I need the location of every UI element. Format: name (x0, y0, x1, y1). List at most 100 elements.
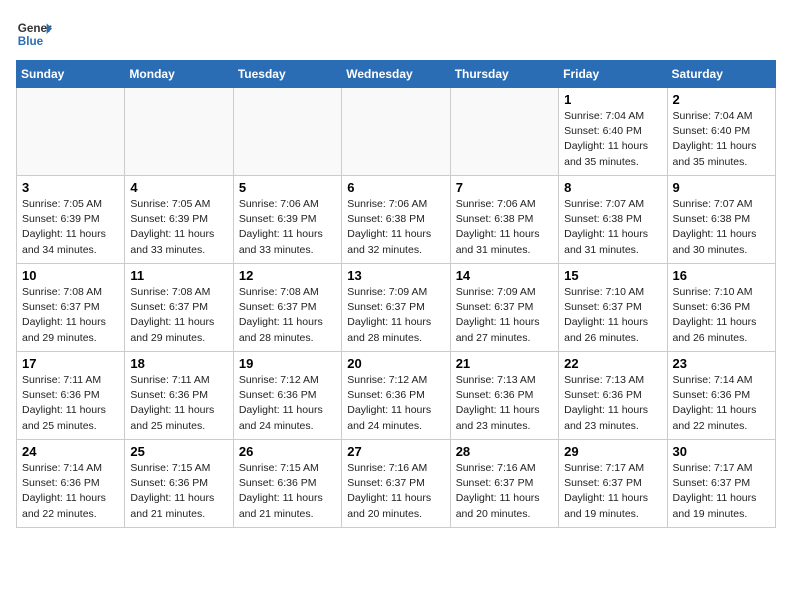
logo-icon: General Blue (16, 16, 52, 52)
empty-cell (233, 88, 341, 176)
week-row-1: 3 Sunrise: 7:05 AM Sunset: 6:39 PM Daylig… (17, 176, 776, 264)
day-cell-3: 3 Sunrise: 7:05 AM Sunset: 6:39 PM Daylig… (17, 176, 125, 264)
day-info: Sunrise: 7:05 AM Sunset: 6:39 PM Dayligh… (130, 197, 227, 258)
day-info: Sunrise: 7:04 AM Sunset: 6:40 PM Dayligh… (564, 109, 661, 170)
day-cell-4: 4 Sunrise: 7:05 AM Sunset: 6:39 PM Daylig… (125, 176, 233, 264)
day-cell-27: 27 Sunrise: 7:16 AM Sunset: 6:37 PM Dayli… (342, 440, 450, 528)
day-cell-20: 20 Sunrise: 7:12 AM Sunset: 6:36 PM Dayli… (342, 352, 450, 440)
day-cell-10: 10 Sunrise: 7:08 AM Sunset: 6:37 PM Dayli… (17, 264, 125, 352)
weekday-header-wednesday: Wednesday (342, 61, 450, 88)
day-cell-11: 11Sunrise: 7:08 AM Sunset: 6:37 PM Dayli… (125, 264, 233, 352)
day-info: Sunrise: 7:09 AM Sunset: 6:37 PM Dayligh… (456, 285, 553, 346)
day-cell-29: 29 Sunrise: 7:17 AM Sunset: 6:37 PM Dayli… (559, 440, 667, 528)
day-info: Sunrise: 7:14 AM Sunset: 6:36 PM Dayligh… (673, 373, 770, 434)
day-info: Sunrise: 7:10 AM Sunset: 6:37 PM Dayligh… (564, 285, 661, 346)
day-cell-21: 21 Sunrise: 7:13 AM Sunset: 6:36 PM Dayli… (450, 352, 558, 440)
day-number: 11 (130, 268, 227, 283)
day-number: 16 (673, 268, 770, 283)
day-number: 14 (456, 268, 553, 283)
day-cell-15: 15Sunrise: 7:10 AM Sunset: 6:37 PM Dayli… (559, 264, 667, 352)
day-cell-22: 22 Sunrise: 7:13 AM Sunset: 6:36 PM Dayli… (559, 352, 667, 440)
day-info: Sunrise: 7:17 AM Sunset: 6:37 PM Dayligh… (564, 461, 661, 522)
day-info: Sunrise: 7:15 AM Sunset: 6:36 PM Dayligh… (239, 461, 336, 522)
day-number: 4 (130, 180, 227, 195)
day-cell-16: 16 Sunrise: 7:10 AM Sunset: 6:36 PM Dayli… (667, 264, 775, 352)
day-info: Sunrise: 7:13 AM Sunset: 6:36 PM Dayligh… (564, 373, 661, 434)
day-cell-14: 14 Sunrise: 7:09 AM Sunset: 6:37 PM Dayli… (450, 264, 558, 352)
day-cell-26: 26 Sunrise: 7:15 AM Sunset: 6:36 PM Dayli… (233, 440, 341, 528)
day-cell-24: 24 Sunrise: 7:14 AM Sunset: 6:36 PM Dayli… (17, 440, 125, 528)
day-info: Sunrise: 7:06 AM Sunset: 6:38 PM Dayligh… (456, 197, 553, 258)
day-cell-23: 23Sunrise: 7:14 AM Sunset: 6:36 PM Dayli… (667, 352, 775, 440)
header: General Blue (16, 16, 776, 52)
day-number: 21 (456, 356, 553, 371)
day-info: Sunrise: 7:07 AM Sunset: 6:38 PM Dayligh… (564, 197, 661, 258)
day-info: Sunrise: 7:09 AM Sunset: 6:37 PM Dayligh… (347, 285, 444, 346)
day-number: 24 (22, 444, 119, 459)
day-info: Sunrise: 7:14 AM Sunset: 6:36 PM Dayligh… (22, 461, 119, 522)
day-cell-13: 13 Sunrise: 7:09 AM Sunset: 6:37 PM Dayli… (342, 264, 450, 352)
day-info: Sunrise: 7:16 AM Sunset: 6:37 PM Dayligh… (347, 461, 444, 522)
day-cell-19: 19 Sunrise: 7:12 AM Sunset: 6:36 PM Dayli… (233, 352, 341, 440)
day-cell-6: 6 Sunrise: 7:06 AM Sunset: 6:38 PM Daylig… (342, 176, 450, 264)
day-number: 5 (239, 180, 336, 195)
day-number: 27 (347, 444, 444, 459)
day-info: Sunrise: 7:07 AM Sunset: 6:38 PM Dayligh… (673, 197, 770, 258)
day-number: 9 (673, 180, 770, 195)
day-number: 2 (673, 92, 770, 107)
day-info: Sunrise: 7:06 AM Sunset: 6:38 PM Dayligh… (347, 197, 444, 258)
day-number: 8 (564, 180, 661, 195)
day-info: Sunrise: 7:12 AM Sunset: 6:36 PM Dayligh… (347, 373, 444, 434)
day-info: Sunrise: 7:16 AM Sunset: 6:37 PM Dayligh… (456, 461, 553, 522)
day-number: 12 (239, 268, 336, 283)
day-cell-12: 12Sunrise: 7:08 AM Sunset: 6:37 PM Dayli… (233, 264, 341, 352)
day-number: 10 (22, 268, 119, 283)
day-cell-2: 2 Sunrise: 7:04 AM Sunset: 6:40 PM Daylig… (667, 88, 775, 176)
week-row-0: 1Sunrise: 7:04 AM Sunset: 6:40 PM Daylig… (17, 88, 776, 176)
week-row-4: 24 Sunrise: 7:14 AM Sunset: 6:36 PM Dayli… (17, 440, 776, 528)
day-cell-7: 7 Sunrise: 7:06 AM Sunset: 6:38 PM Daylig… (450, 176, 558, 264)
empty-cell (450, 88, 558, 176)
empty-cell (342, 88, 450, 176)
weekday-header-friday: Friday (559, 61, 667, 88)
day-number: 26 (239, 444, 336, 459)
day-number: 28 (456, 444, 553, 459)
day-cell-28: 28 Sunrise: 7:16 AM Sunset: 6:37 PM Dayli… (450, 440, 558, 528)
day-info: Sunrise: 7:04 AM Sunset: 6:40 PM Dayligh… (673, 109, 770, 170)
logo: General Blue (16, 16, 52, 52)
day-number: 29 (564, 444, 661, 459)
day-info: Sunrise: 7:13 AM Sunset: 6:36 PM Dayligh… (456, 373, 553, 434)
weekday-header-tuesday: Tuesday (233, 61, 341, 88)
day-number: 13 (347, 268, 444, 283)
day-cell-1: 1Sunrise: 7:04 AM Sunset: 6:40 PM Daylig… (559, 88, 667, 176)
day-info: Sunrise: 7:15 AM Sunset: 6:36 PM Dayligh… (130, 461, 227, 522)
day-number: 25 (130, 444, 227, 459)
weekday-header-saturday: Saturday (667, 61, 775, 88)
empty-cell (17, 88, 125, 176)
day-cell-25: 25 Sunrise: 7:15 AM Sunset: 6:36 PM Dayli… (125, 440, 233, 528)
day-info: Sunrise: 7:10 AM Sunset: 6:36 PM Dayligh… (673, 285, 770, 346)
day-number: 6 (347, 180, 444, 195)
day-cell-5: 5 Sunrise: 7:06 AM Sunset: 6:39 PM Daylig… (233, 176, 341, 264)
day-number: 19 (239, 356, 336, 371)
day-number: 18 (130, 356, 227, 371)
day-number: 22 (564, 356, 661, 371)
day-cell-30: 30Sunrise: 7:17 AM Sunset: 6:37 PM Dayli… (667, 440, 775, 528)
weekday-header-thursday: Thursday (450, 61, 558, 88)
day-number: 17 (22, 356, 119, 371)
day-info: Sunrise: 7:08 AM Sunset: 6:37 PM Dayligh… (22, 285, 119, 346)
empty-cell (125, 88, 233, 176)
day-number: 7 (456, 180, 553, 195)
day-info: Sunrise: 7:12 AM Sunset: 6:36 PM Dayligh… (239, 373, 336, 434)
day-info: Sunrise: 7:05 AM Sunset: 6:39 PM Dayligh… (22, 197, 119, 258)
calendar: SundayMondayTuesdayWednesdayThursdayFrid… (16, 60, 776, 528)
day-info: Sunrise: 7:06 AM Sunset: 6:39 PM Dayligh… (239, 197, 336, 258)
day-info: Sunrise: 7:17 AM Sunset: 6:37 PM Dayligh… (673, 461, 770, 522)
day-cell-8: 8 Sunrise: 7:07 AM Sunset: 6:38 PM Daylig… (559, 176, 667, 264)
day-number: 3 (22, 180, 119, 195)
week-row-2: 10 Sunrise: 7:08 AM Sunset: 6:37 PM Dayli… (17, 264, 776, 352)
day-cell-17: 17Sunrise: 7:11 AM Sunset: 6:36 PM Dayli… (17, 352, 125, 440)
weekday-header-row: SundayMondayTuesdayWednesdayThursdayFrid… (17, 61, 776, 88)
weekday-header-monday: Monday (125, 61, 233, 88)
day-number: 20 (347, 356, 444, 371)
